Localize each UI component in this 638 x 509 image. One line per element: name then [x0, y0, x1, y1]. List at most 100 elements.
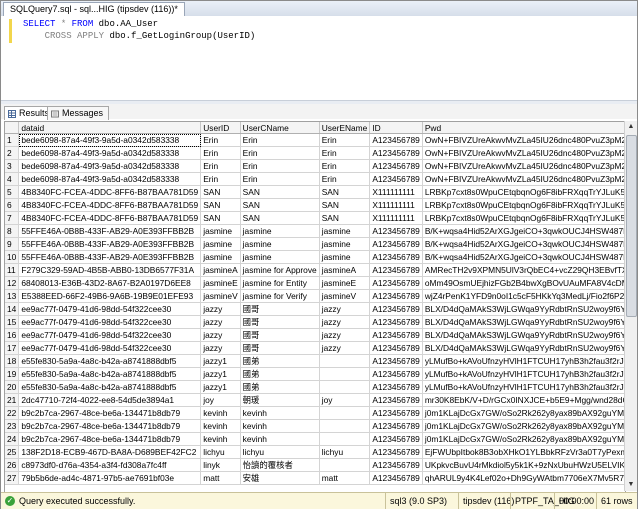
table-row[interactable]: 10 55FFE46A-0B8B-433F-AB29-A0E393FFBB2B ja…	[5, 250, 625, 264]
cell-usercname[interactable]: 國哥	[240, 341, 320, 355]
cell-pwd[interactable]: OwN+FBIVZUreAkwvMvZLa45IU26dnc480PvuZ3pM…	[422, 133, 625, 147]
cell-id[interactable]: A123456789	[369, 289, 423, 303]
cell-dataid[interactable]: ee9ac77f-0479-41d6-98dd-54f322cee30	[18, 341, 202, 355]
cell-userename[interactable]	[319, 367, 371, 381]
column-header-pwd[interactable]: Pwd	[422, 122, 625, 134]
vertical-scrollbar[interactable]: ▲ ▼	[624, 121, 637, 491]
cell-userid[interactable]: Erin	[200, 146, 241, 160]
cell-usercname[interactable]: 國弟	[240, 354, 320, 368]
table-row[interactable]: 8 55FFE46A-0B8B-433F-AB29-A0E393FFBB2B jas…	[5, 224, 625, 238]
cell-userename[interactable]: Erin	[319, 172, 371, 186]
cell-id[interactable]: A123456789	[369, 471, 423, 485]
cell-userid[interactable]: SAN	[200, 211, 241, 225]
cell-userename[interactable]	[319, 354, 371, 368]
cell-dataid[interactable]: bede6098-87a4-49f3-9a5d-a0342d583338	[18, 133, 202, 147]
sql-code[interactable]: SELECT * FROM dbo.AA_User CROSS APPLY db…	[23, 18, 255, 42]
cell-dataid[interactable]: bede6098-87a4-49f3-9a5d-a0342d583338	[18, 146, 202, 160]
cell-userename[interactable]: jasmine	[319, 237, 371, 251]
table-row[interactable]: 24 b9c2b7ca-2967-48ce-be6a-134471b8db79 ke…	[5, 432, 625, 446]
cell-usercname[interactable]: lichyu	[240, 445, 320, 459]
cell-pwd[interactable]: B/K+wqsa4Hid52ArXGJgeiCO+3qwkOUCJ4HSW487…	[422, 237, 625, 251]
cell-pwd[interactable]: LRBKp7cxt8s0WpuCEtqbqnOg6F8ibFRXqqTrYJLu…	[422, 185, 625, 199]
cell-userid[interactable]: jazzy1	[200, 367, 241, 381]
cell-userename[interactable]: Erin	[319, 146, 371, 160]
cell-userename[interactable]: SAN	[319, 185, 371, 199]
cell-dataid[interactable]: b9c2b7ca-2967-48ce-be6a-134471b8db79	[18, 419, 202, 433]
cell-dataid[interactable]: F279C329-59AD-4B5B-ABB0-13DB6577F31A	[18, 263, 202, 277]
cell-usercname[interactable]: kevinh	[240, 406, 320, 420]
cell-pwd[interactable]: yLMufBo+kAVoUfnzyHVlH1FTCUH17yhB3h2fau3f…	[422, 354, 625, 368]
cell-usercname[interactable]: 國哥	[240, 315, 320, 329]
table-row[interactable]: 14 ee9ac77f-0479-41d6-98dd-54f322cee30 jaz…	[5, 302, 625, 316]
cell-dataid[interactable]: ee9ac77f-0479-41d6-98dd-54f322cee30	[18, 315, 202, 329]
cell-id[interactable]: A123456789	[369, 419, 423, 433]
cell-usercname[interactable]: kevinh	[240, 432, 320, 446]
cell-userid[interactable]: jazzy	[200, 302, 241, 316]
cell-id[interactable]: A123456789	[369, 445, 423, 459]
cell-dataid[interactable]: bede6098-87a4-49f3-9a5d-a0342d583338	[18, 172, 202, 186]
cell-userid[interactable]: kevinh	[200, 432, 241, 446]
table-row[interactable]: 17 ee9ac77f-0479-41d6-98dd-54f322cee30 jaz…	[5, 341, 625, 355]
cell-dataid[interactable]: 4B8340FC-FCEA-4DDC-8FF6-B87BAA781D59	[18, 211, 202, 225]
cell-dataid[interactable]: b9c2b7ca-2967-48ce-be6a-134471b8db79	[18, 432, 202, 446]
table-row[interactable]: 5 4B8340FC-FCEA-4DDC-8FF6-B87BAA781D59 SAN…	[5, 185, 625, 199]
cell-dataid[interactable]: c8973df0-d76a-4354-a3f4-fd308a7fc4ff	[18, 458, 202, 472]
cell-dataid[interactable]: 4B8340FC-FCEA-4DDC-8FF6-B87BAA781D59	[18, 185, 202, 199]
cell-usercname[interactable]: Erin	[240, 172, 320, 186]
cell-userid[interactable]: jasmine	[200, 224, 241, 238]
cell-id[interactable]: A123456789	[369, 354, 423, 368]
cell-userid[interactable]: matt	[200, 471, 241, 485]
cell-id[interactable]: A123456789	[369, 224, 423, 238]
table-row[interactable]: 12 68408013-E36B-43D2-8A67-B2A0197D6EE8 ja…	[5, 276, 625, 290]
table-row[interactable]: 22 b9c2b7ca-2967-48ce-be6a-134471b8db79 ke…	[5, 406, 625, 420]
results-grid[interactable]: dataidUserIDUserCNameUserENameIDPwdPwdCh…	[4, 121, 626, 493]
cell-usercname[interactable]: SAN	[240, 185, 320, 199]
cell-userename[interactable]: jazzy	[319, 315, 371, 329]
cell-usercname[interactable]: jasmine	[240, 237, 320, 251]
cell-pwd[interactable]: LRBKp7cxt8s0WpuCEtqbqnOg6F8ibFRXqqTrYJLu…	[422, 198, 625, 212]
table-row[interactable]: 19 e55fe830-5a9a-4a8c-b42a-a8741888dbf5 ja…	[5, 367, 625, 381]
table-row[interactable]: 27 79b5b6de-ad4c-4871-97b5-ae7691bf03e mat…	[5, 471, 625, 485]
cell-userename[interactable]: lichyu	[319, 445, 371, 459]
cell-usercname[interactable]: Erin	[240, 133, 320, 147]
cell-pwd[interactable]: AMRecTH2v9XPMN5UlV3rQbEC4+vcZ29QH3EBvfTX…	[422, 263, 625, 277]
cell-pwd[interactable]: BLX/D4dQaMAkS3WjLGWqa9YyRdbtRnSU2woy9f6Y…	[422, 328, 625, 342]
cell-pwd[interactable]: BLX/D4dQaMAkS3WjLGWqa9YyRdbtRnSU2woy9f6Y…	[422, 302, 625, 316]
cell-usercname[interactable]: jasmine for Approve	[240, 263, 320, 277]
column-header-dataid[interactable]: dataid	[18, 122, 202, 134]
cell-usercname[interactable]: 怡讀的覆核者	[240, 458, 320, 472]
scroll-thumb[interactable]	[626, 135, 637, 317]
cell-id[interactable]: A123456789	[369, 159, 423, 173]
table-row[interactable]: 1 bede6098-87a4-49f3-9a5d-a0342d583338 Eri…	[5, 133, 625, 147]
column-header-usercname[interactable]: UserCName	[240, 122, 320, 134]
cell-dataid[interactable]: 2dc47710-72f4-4022-ee8-54d5de3894a1	[18, 393, 202, 407]
cell-userename[interactable]: matt	[319, 471, 371, 485]
cell-userid[interactable]: lichyu	[200, 445, 241, 459]
cell-usercname[interactable]: jasmine for Verify	[240, 289, 320, 303]
table-row[interactable]: 7 4B8340FC-FCEA-4DDC-8FF6-B87BAA781D59 SAN…	[5, 211, 625, 225]
cell-userid[interactable]: Erin	[200, 133, 241, 147]
cell-pwd[interactable]: yLMufBo+kAVoUfnzyHVlH1FTCUH17yhB3h2fau3f…	[422, 367, 625, 381]
cell-pwd[interactable]: yLMufBo+kAVoUfnzyHVlH1FTCUH17yhB3h2fau3f…	[422, 380, 625, 394]
cell-id[interactable]: A123456789	[369, 315, 423, 329]
cell-dataid[interactable]: ee9ac77f-0479-41d6-98dd-54f322cee30	[18, 302, 202, 316]
cell-id[interactable]: A123456789	[369, 380, 423, 394]
cell-usercname[interactable]: SAN	[240, 198, 320, 212]
cell-usercname[interactable]: 安雄	[240, 471, 320, 485]
table-row[interactable]: 20 e55fe830-5a9a-4a8c-b42a-a8741888dbf5 ja…	[5, 380, 625, 394]
cell-dataid[interactable]: 79b5b6de-ad4c-4871-97b5-ae7691bf03e	[18, 471, 202, 485]
cell-pwd[interactable]: qhARUL9y4K4Lef02o+Dh9GyWAtbm7706eX7Mv5R7…	[422, 471, 625, 485]
cell-usercname[interactable]: 國弟	[240, 367, 320, 381]
table-row[interactable]: 16 ee9ac77f-0479-41d6-98dd-54f322cee30 jaz…	[5, 328, 625, 342]
cell-userid[interactable]: jazzy	[200, 328, 241, 342]
cell-dataid[interactable]: 55FFE46A-0B8B-433F-AB29-A0E393FFBB2B	[18, 250, 202, 264]
cell-userename[interactable]	[319, 419, 371, 433]
cell-usercname[interactable]: jasmine	[240, 250, 320, 264]
table-row[interactable]: 26 c8973df0-d76a-4354-a3f4-fd308a7fc4ff li…	[5, 458, 625, 472]
cell-dataid[interactable]: ee9ac77f-0479-41d6-98dd-54f322cee30	[18, 328, 202, 342]
scroll-down-icon[interactable]: ▼	[625, 479, 637, 491]
cell-userename[interactable]: joy	[319, 393, 371, 407]
cell-dataid[interactable]: 68408013-E36B-43D2-8A67-B2A0197D6EE8	[18, 276, 202, 290]
table-row[interactable]: 3 bede6098-87a4-49f3-9a5d-a0342d583338 Eri…	[5, 159, 625, 173]
cell-usercname[interactable]: 國哥	[240, 328, 320, 342]
